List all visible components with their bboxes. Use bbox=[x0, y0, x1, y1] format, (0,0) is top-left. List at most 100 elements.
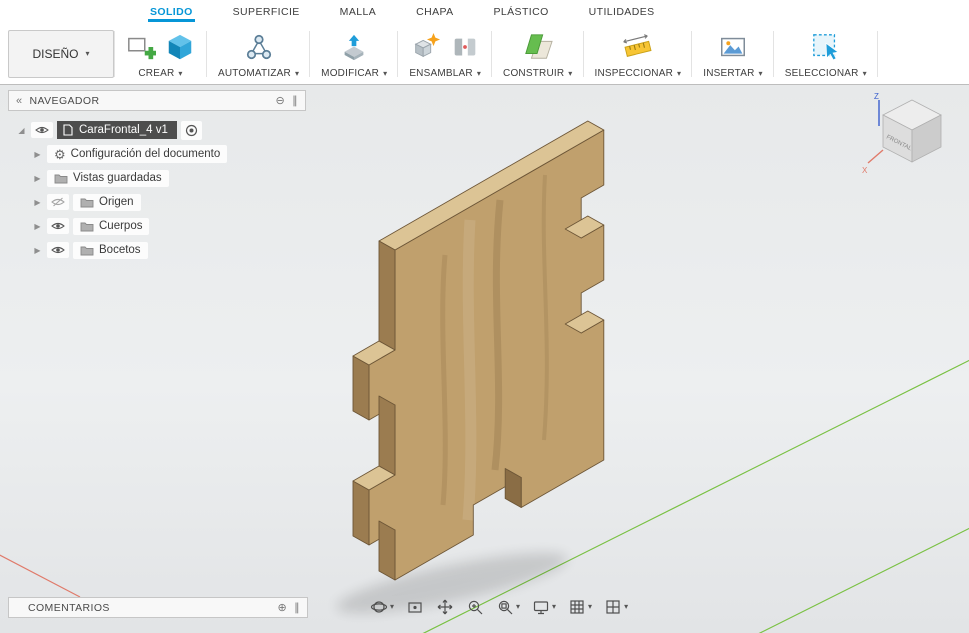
chevron-down-icon: ▾ bbox=[758, 68, 763, 78]
root-component-label: CaraFrontal_4 v1 bbox=[79, 124, 168, 136]
document-icon bbox=[63, 124, 73, 136]
pan-icon bbox=[437, 599, 453, 615]
group-dropdown-seleccionar[interactable]: SELECCIONAR ▾ bbox=[785, 68, 867, 79]
ribbon-toolbar: DISEÑO ▾ CREAR ▾ AUTOMATIZAR ▾ MODIFICAR… bbox=[0, 22, 969, 84]
ribbon-tabs: SOLIDO SUPERFICIE MALLA CHAPA PLÁSTICO U… bbox=[0, 0, 969, 22]
tree-item-bodies[interactable]: ▶ Cuerpos bbox=[32, 214, 306, 238]
select-button[interactable] bbox=[810, 31, 842, 63]
new-component-button[interactable] bbox=[410, 31, 442, 63]
tab-solido[interactable]: SOLIDO bbox=[148, 2, 195, 22]
design-menu-label: DISEÑO bbox=[32, 47, 79, 61]
group-label: INSPECCIONAR bbox=[594, 68, 674, 79]
press-pull-button[interactable] bbox=[338, 31, 370, 63]
fusion-window: SOLIDO SUPERFICIE MALLA CHAPA PLÁSTICO U… bbox=[0, 0, 969, 633]
expand-icon[interactable]: ▶ bbox=[32, 150, 43, 159]
viewports-icon bbox=[606, 600, 620, 614]
minimize-panel-icon[interactable]: ⊖ bbox=[275, 94, 285, 107]
folder-icon bbox=[54, 174, 68, 183]
look-at-button[interactable] bbox=[404, 597, 426, 617]
view-cube[interactable]: Z X FRONTAL bbox=[862, 92, 942, 175]
create-sketch-button[interactable] bbox=[125, 31, 157, 63]
model-left-edge[interactable] bbox=[378, 395, 396, 476]
zoom-button[interactable] bbox=[464, 597, 486, 617]
tree-item-label: Bocetos bbox=[99, 244, 141, 256]
drag-handle-icon[interactable]: ∥ bbox=[292, 94, 298, 107]
drag-handle-icon[interactable]: ∥ bbox=[294, 601, 300, 614]
visibility-toggle[interactable] bbox=[47, 218, 69, 234]
group-label: AUTOMATIZAR bbox=[218, 68, 291, 79]
construct-plane-button[interactable] bbox=[522, 31, 554, 63]
group-dropdown-insertar[interactable]: INSERTAR ▾ bbox=[703, 68, 762, 79]
new-component-icon bbox=[414, 32, 440, 58]
model-tab-side[interactable] bbox=[352, 355, 370, 421]
press-pull-icon bbox=[344, 34, 364, 61]
add-comment-icon[interactable]: ⊕ bbox=[277, 601, 287, 614]
viewports-button[interactable]: ▾ bbox=[602, 597, 630, 617]
comments-header[interactable]: COMENTARIOS ⊕ ∥ bbox=[8, 597, 308, 618]
eye-icon bbox=[35, 126, 49, 134]
create-solid-button[interactable] bbox=[164, 31, 196, 63]
joint-button[interactable] bbox=[449, 31, 481, 63]
orbit-icon bbox=[370, 601, 388, 613]
model-left-edge[interactable] bbox=[378, 240, 396, 351]
tree-item-label: Vistas guardadas bbox=[73, 172, 162, 184]
automate-button[interactable] bbox=[243, 31, 275, 63]
visibility-toggle[interactable] bbox=[47, 242, 69, 258]
folder-icon bbox=[80, 198, 94, 207]
root-component[interactable]: CaraFrontal_4 v1 bbox=[57, 121, 177, 139]
group-insertar: INSERTAR ▾ bbox=[692, 24, 775, 84]
group-dropdown-construir[interactable]: CONSTRUIR ▾ bbox=[503, 68, 572, 79]
folder-icon bbox=[80, 222, 94, 231]
tab-malla[interactable]: MALLA bbox=[338, 2, 378, 22]
navigator-header[interactable]: « NAVEGADOR ⊖ ∥ bbox=[8, 90, 306, 111]
eye-hidden-icon bbox=[51, 197, 65, 207]
visibility-toggle[interactable] bbox=[31, 122, 53, 138]
visibility-toggle[interactable] bbox=[47, 194, 69, 210]
activate-component-radio[interactable] bbox=[180, 120, 202, 140]
expand-icon[interactable]: ▶ bbox=[32, 174, 43, 183]
tab-superficie[interactable]: SUPERFICIE bbox=[231, 2, 302, 22]
expand-open-icon[interactable]: ◢ bbox=[16, 126, 27, 135]
expand-icon[interactable]: ▶ bbox=[32, 222, 43, 231]
model-body[interactable] bbox=[352, 120, 605, 581]
tree-item-sketches[interactable]: ▶ Bocetos bbox=[32, 238, 306, 262]
pan-button[interactable] bbox=[434, 597, 456, 617]
measure-button[interactable] bbox=[622, 31, 654, 63]
group-label: MODIFICAR bbox=[321, 68, 380, 79]
tree-root-row[interactable]: ◢ CaraFrontal_4 v1 bbox=[16, 118, 306, 142]
chevron-down-icon: ▾ bbox=[294, 68, 300, 78]
design-menu-button[interactable]: DISEÑO ▾ bbox=[8, 30, 114, 78]
expand-icon[interactable]: ▶ bbox=[32, 246, 43, 255]
collapse-panel-icon[interactable]: « bbox=[16, 95, 23, 107]
insert-image-button[interactable] bbox=[717, 31, 749, 63]
tree-item-origin[interactable]: ▶ Origen bbox=[32, 190, 306, 214]
group-dropdown-ensamblar[interactable]: ENSAMBLAR ▾ bbox=[409, 68, 481, 79]
model-left-edge[interactable] bbox=[378, 520, 396, 581]
gear-icon: ⚙ bbox=[54, 146, 66, 162]
expand-icon[interactable]: ▶ bbox=[32, 198, 43, 207]
group-dropdown-modificar[interactable]: MODIFICAR ▾ bbox=[321, 68, 387, 79]
group-dropdown-inspeccionar[interactable]: INSPECCIONAR ▾ bbox=[595, 68, 682, 79]
chevron-down-icon: ▾ bbox=[516, 602, 521, 611]
fit-button[interactable]: ▾ bbox=[494, 597, 522, 617]
tab-plastico[interactable]: PLÁSTICO bbox=[492, 2, 551, 22]
create-sketch-icon bbox=[128, 37, 156, 60]
chevron-down-icon: ▾ bbox=[624, 602, 629, 611]
chevron-down-icon: ▾ bbox=[677, 68, 682, 78]
display-settings-button[interactable]: ▾ bbox=[530, 597, 558, 617]
group-dropdown-automatizar[interactable]: AUTOMATIZAR ▾ bbox=[218, 68, 299, 79]
grid-settings-button[interactable]: ▾ bbox=[566, 597, 594, 617]
group-label: ENSAMBLAR bbox=[409, 68, 473, 79]
tree-item-label: Cuerpos bbox=[99, 220, 143, 232]
group-construir: CONSTRUIR ▾ bbox=[492, 24, 584, 84]
navigator-panel: « NAVEGADOR ⊖ ∥ ◢ CaraFrontal_4 v1 ▶ ⚙ C… bbox=[8, 90, 306, 262]
navigator-title: NAVEGADOR bbox=[29, 94, 100, 107]
tab-utilidades[interactable]: UTILIDADES bbox=[587, 2, 657, 22]
orbit-button[interactable]: ▾ bbox=[368, 597, 396, 617]
viewport[interactable]: Z X FRONTAL « NAVEGADOR ⊖ ∥ ◢ CaraFronta… bbox=[0, 85, 969, 633]
tree-item-saved-views[interactable]: ▶ Vistas guardadas bbox=[32, 166, 306, 190]
tab-chapa[interactable]: CHAPA bbox=[414, 2, 455, 22]
model-tab-side[interactable] bbox=[352, 480, 370, 546]
tree-item-document-settings[interactable]: ▶ ⚙ Configuración del documento bbox=[32, 142, 306, 166]
group-dropdown-crear[interactable]: CREAR ▾ bbox=[138, 68, 182, 79]
